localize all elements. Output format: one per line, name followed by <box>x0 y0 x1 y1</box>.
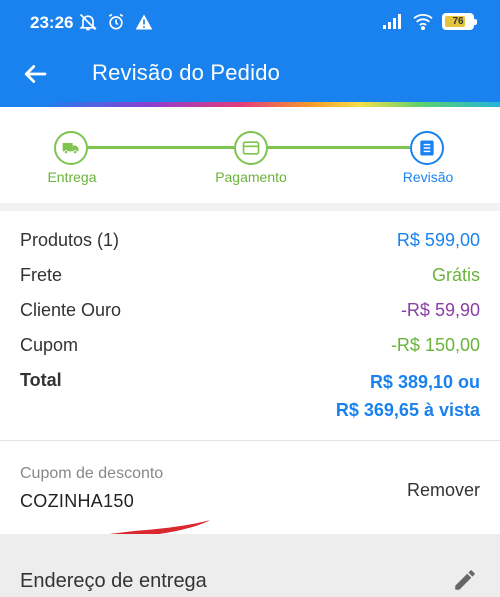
total-label: Total <box>20 370 62 390</box>
step-label-entrega: Entrega <box>47 169 97 185</box>
status-system-icons: 76 <box>382 12 477 30</box>
step-connector <box>268 146 410 149</box>
coupon-discount-value: -R$ 150,00 <box>390 335 480 355</box>
step-label-revisao: Revisão <box>402 169 454 185</box>
status-bar: 23:26 76 <box>0 0 500 44</box>
back-button[interactable] <box>20 59 50 89</box>
app-bar: Revisão do Pedido <box>0 44 500 102</box>
wifi-icon <box>412 12 434 30</box>
address-title: Endereço de entrega <box>20 570 207 592</box>
battery-icon: 76 <box>442 12 477 30</box>
summary-row-coupon: Cupom -R$ 150,00 <box>20 335 480 359</box>
pencil-icon[interactable] <box>452 567 478 593</box>
bell-off-icon <box>78 12 98 32</box>
summary-row-gold: Cliente Ouro -R$ 59,90 <box>20 300 480 324</box>
summary-row-total: Total R$ 389,10 ou R$ 369,65 à vista <box>20 370 480 430</box>
card-icon <box>242 141 260 155</box>
step-pagamento[interactable] <box>234 131 268 165</box>
coupon-code: COZINHA150 <box>20 491 135 511</box>
total-installment: R$ 389,10 ou <box>369 372 480 392</box>
step-connector <box>88 146 234 149</box>
list-icon <box>420 140 434 156</box>
step-revisao[interactable] <box>410 131 444 165</box>
status-notification-icons <box>78 12 154 32</box>
section-divider <box>0 203 500 211</box>
products-label: Produtos (1) <box>20 230 120 250</box>
page-title: Revisão do Pedido <box>92 60 281 85</box>
total-cash: R$ 369,65 à vista <box>335 400 480 420</box>
address-section: Endereço de entrega <box>0 534 500 597</box>
step-label-pagamento: Pagamento <box>215 169 287 185</box>
shipping-label: Frete <box>20 265 63 285</box>
summary-row-shipping: Frete Grátis <box>20 265 480 289</box>
status-time: 23:26 <box>30 13 74 32</box>
section-divider <box>0 440 500 441</box>
products-value: R$ 599,00 <box>396 230 480 250</box>
warning-icon <box>134 12 154 32</box>
total-value: R$ 389,10 ou R$ 369,65 à vista <box>336 368 480 424</box>
step-entrega[interactable] <box>54 131 88 165</box>
alarm-icon <box>106 12 126 32</box>
summary-row-products: Produtos (1) R$ 599,00 <box>20 230 480 254</box>
coupon-label: Cupom de desconto <box>20 465 164 482</box>
gold-value: -R$ 59,90 <box>400 300 480 320</box>
checkout-stepper: Entrega Pagamento Revisão <box>0 107 500 203</box>
signal-icon <box>382 12 404 30</box>
coupon-discount-label: Cupom <box>20 335 79 355</box>
shipping-value: Grátis <box>431 265 480 285</box>
gold-label: Cliente Ouro <box>20 300 122 320</box>
arrow-left-icon <box>24 65 47 83</box>
battery-level: 76 <box>452 15 464 27</box>
truck-icon <box>62 143 79 155</box>
remove-coupon-button[interactable]: Remover <box>407 480 480 501</box>
